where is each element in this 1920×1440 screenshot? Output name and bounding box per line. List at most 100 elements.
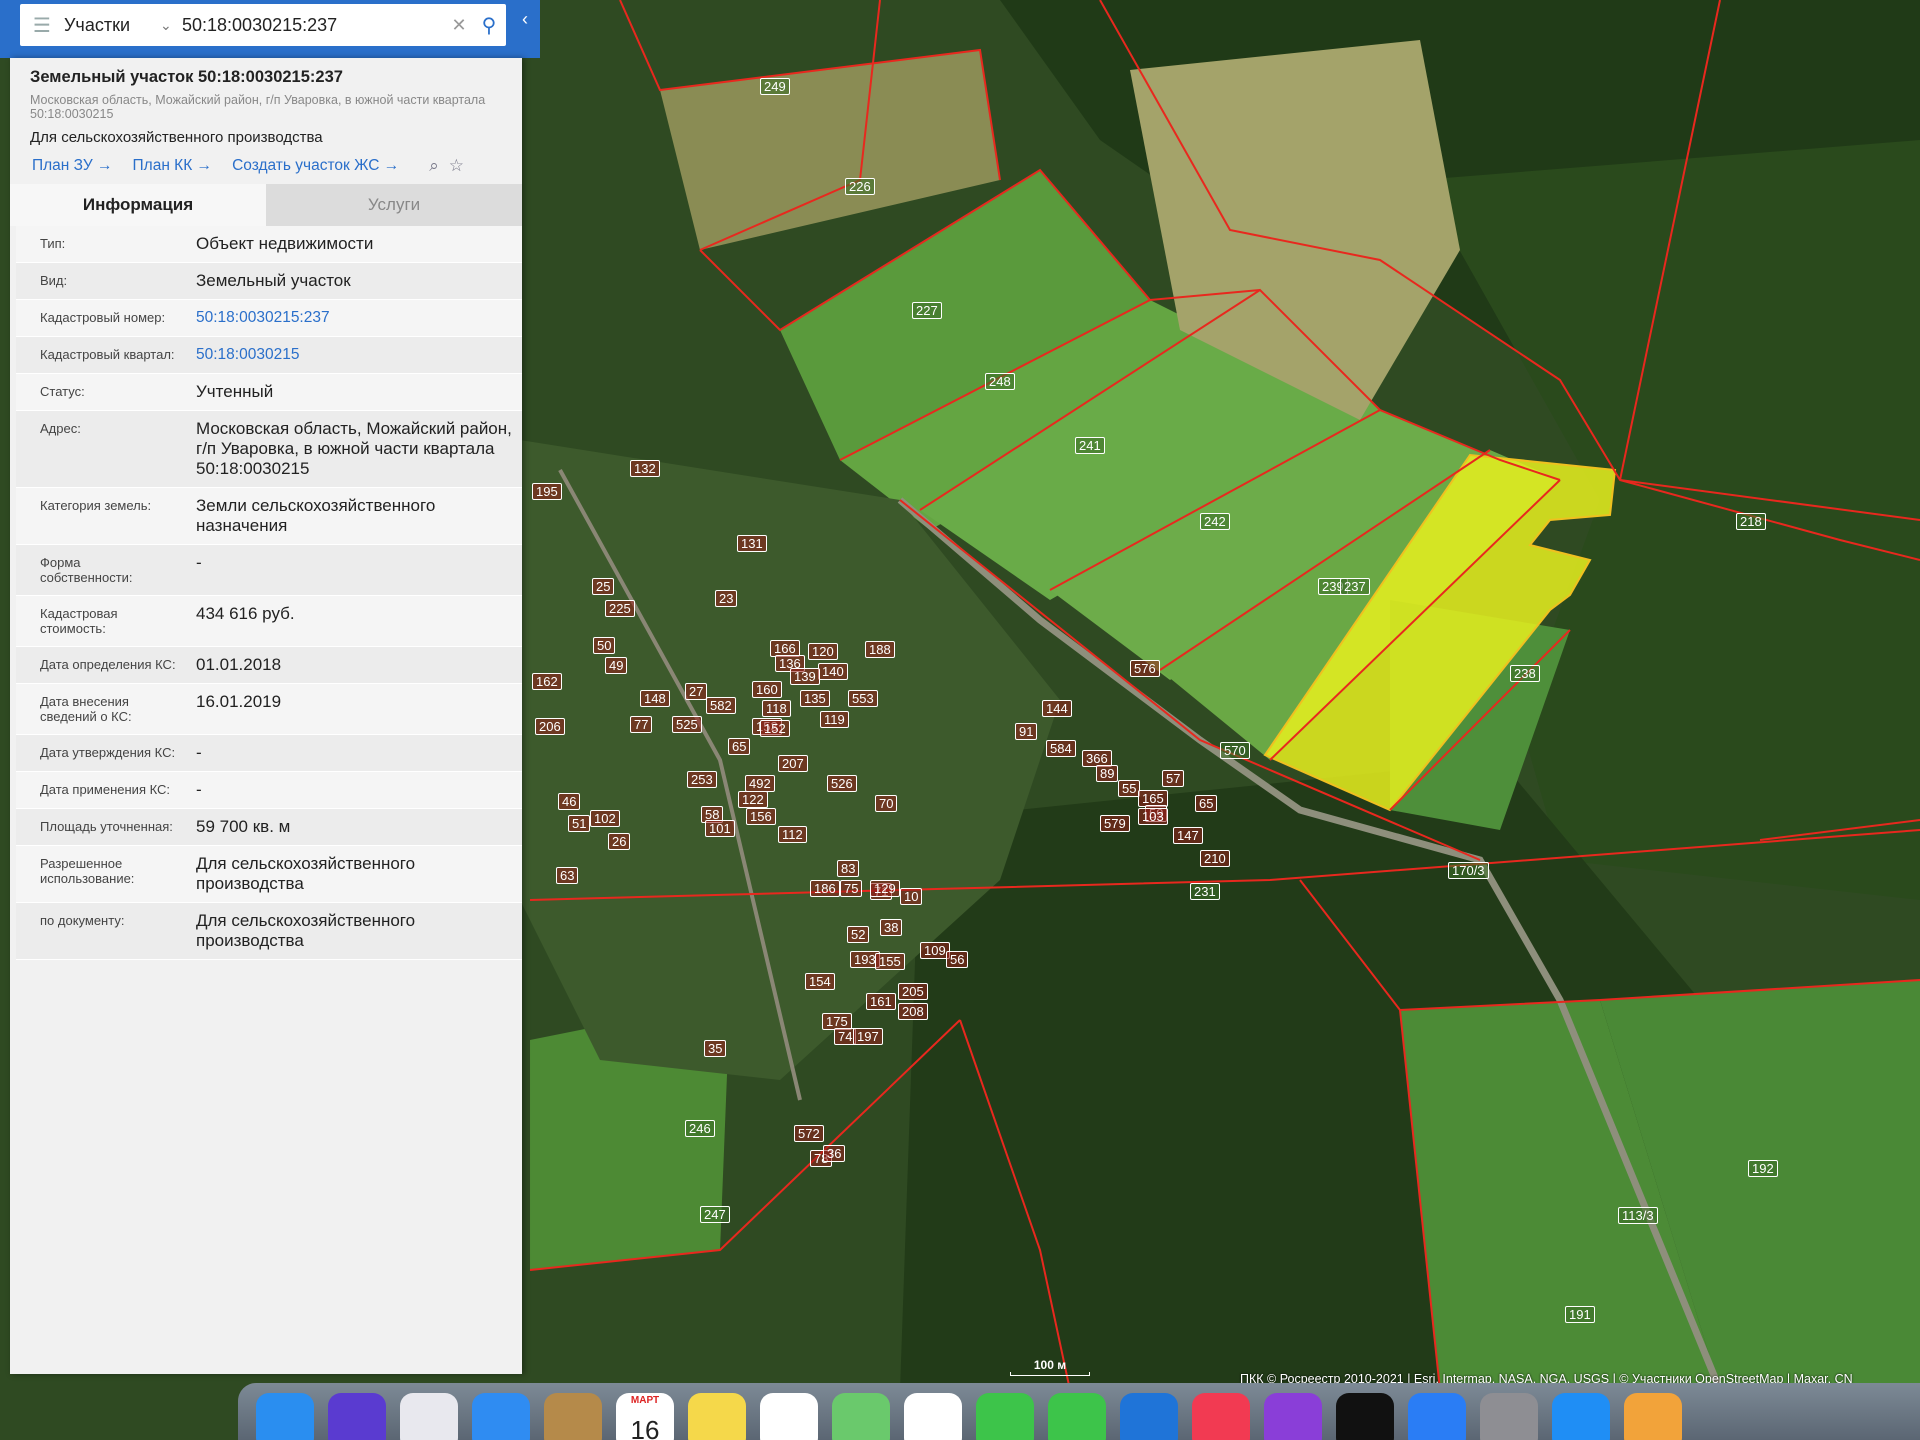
plot-label[interactable]: 241 bbox=[1075, 437, 1105, 454]
plot-label[interactable]: 119 bbox=[820, 711, 849, 728]
music-icon[interactable] bbox=[1192, 1393, 1250, 1440]
plot-label[interactable]: 102 bbox=[590, 810, 620, 827]
plot-label[interactable]: 35 bbox=[704, 1040, 727, 1057]
plot-label[interactable]: 65 bbox=[1195, 795, 1218, 812]
plot-label[interactable]: 38 bbox=[880, 919, 903, 936]
podcasts-icon[interactable] bbox=[1264, 1393, 1322, 1440]
plot-label[interactable]: 26 bbox=[608, 833, 631, 850]
plot-label[interactable]: 131 bbox=[737, 535, 767, 552]
plot-label[interactable]: 77 bbox=[630, 716, 653, 733]
launchpad-icon[interactable] bbox=[400, 1393, 458, 1440]
plot-label[interactable]: 242 bbox=[1200, 513, 1230, 530]
plot-label[interactable]: 51 bbox=[568, 815, 591, 832]
plot-label[interactable]: 144 bbox=[1042, 700, 1072, 717]
plot-label[interactable]: 160 bbox=[752, 681, 782, 698]
maps-icon[interactable] bbox=[832, 1393, 890, 1440]
layer-select[interactable]: Участки bbox=[64, 15, 160, 36]
plot-label[interactable]: 101 bbox=[705, 820, 735, 837]
plot-label[interactable]: 188 bbox=[865, 641, 895, 658]
plot-label[interactable]: 238 bbox=[1510, 665, 1540, 682]
finder-icon[interactable] bbox=[256, 1393, 314, 1440]
plot-label[interactable]: 147 bbox=[1173, 827, 1203, 844]
plan-zu-link[interactable]: План ЗУ → bbox=[32, 157, 113, 175]
plot-label[interactable]: 253 bbox=[687, 771, 717, 788]
plot-label[interactable]: 129 bbox=[870, 880, 900, 897]
safari-icon[interactable] bbox=[1552, 1393, 1610, 1440]
plot-label[interactable]: 25 bbox=[592, 578, 615, 595]
plot-label[interactable]: 248 bbox=[985, 373, 1015, 390]
plot-label[interactable]: 572 bbox=[794, 1125, 824, 1142]
plot-label[interactable]: 186 bbox=[810, 880, 840, 897]
plot-label[interactable]: 10 bbox=[900, 888, 923, 905]
plot-label[interactable]: 50 bbox=[593, 637, 616, 654]
plot-label[interactable]: 247 bbox=[700, 1206, 730, 1223]
plot-label[interactable]: 579 bbox=[1100, 815, 1130, 832]
facetime-icon[interactable] bbox=[1048, 1393, 1106, 1440]
plot-label[interactable]: 103 bbox=[1138, 808, 1168, 825]
plot-label[interactable]: 246 bbox=[685, 1120, 715, 1137]
plot-label[interactable]: 23 bbox=[715, 590, 738, 607]
plot-label[interactable]: 36 bbox=[823, 1145, 846, 1162]
plan-kk-link[interactable]: План КК → bbox=[133, 157, 213, 175]
info-row-link[interactable]: 50:18:0030215 bbox=[186, 337, 522, 373]
plot-label[interactable]: 89 bbox=[1096, 765, 1119, 782]
plot-label[interactable]: 249 bbox=[760, 78, 790, 95]
plot-label[interactable]: 231 bbox=[1190, 883, 1220, 900]
plot-label[interactable]: 154 bbox=[805, 973, 835, 990]
plot-label[interactable]: 56 bbox=[946, 951, 969, 968]
plot-label[interactable]: 65 bbox=[728, 738, 751, 755]
tab-info[interactable]: Информация bbox=[10, 184, 266, 226]
plot-label[interactable]: 576 bbox=[1130, 660, 1160, 677]
plot-label[interactable]: 63 bbox=[556, 867, 579, 884]
plot-label[interactable]: 91 bbox=[1015, 723, 1038, 740]
siri-icon[interactable] bbox=[328, 1393, 386, 1440]
search-input[interactable] bbox=[182, 14, 446, 36]
plot-label[interactable]: 226 bbox=[845, 178, 875, 195]
plot-label[interactable]: 112 bbox=[778, 826, 807, 843]
plot-label[interactable]: 162 bbox=[532, 673, 562, 690]
plot-label[interactable]: 218 bbox=[1736, 513, 1766, 530]
contacts-icon[interactable] bbox=[544, 1393, 602, 1440]
plot-label[interactable]: 27 bbox=[685, 683, 708, 700]
plot-label[interactable]: 132 bbox=[630, 460, 660, 477]
plot-label[interactable]: 161 bbox=[866, 993, 896, 1010]
plot-label[interactable]: 118 bbox=[762, 700, 791, 717]
tab-services[interactable]: Услуги bbox=[266, 184, 522, 226]
messages-icon[interactable] bbox=[976, 1393, 1034, 1440]
plot-label[interactable]: 152 bbox=[760, 720, 790, 737]
mail-icon[interactable] bbox=[472, 1393, 530, 1440]
clear-icon[interactable]: ✕ bbox=[446, 15, 472, 36]
create-parcel-link[interactable]: Создать участок ЖС → bbox=[232, 157, 399, 175]
plot-label[interactable]: 83 bbox=[837, 860, 860, 877]
collapse-panel-icon[interactable]: ‹ bbox=[514, 4, 536, 34]
plot-label[interactable]: 140 bbox=[818, 663, 848, 680]
plot-label[interactable]: 135 bbox=[800, 690, 830, 707]
plot-label[interactable]: 582 bbox=[706, 697, 736, 714]
reminders-icon[interactable] bbox=[760, 1393, 818, 1440]
plot-label[interactable]: 155 bbox=[875, 953, 905, 970]
plot-label[interactable]: 227 bbox=[912, 302, 942, 319]
plot-label[interactable]: 122 bbox=[738, 791, 768, 808]
info-row-link[interactable]: 50:18:0030215:237 bbox=[186, 300, 522, 336]
plot-label[interactable]: 49 bbox=[605, 657, 628, 674]
plot-label[interactable]: 156 bbox=[746, 808, 776, 825]
menu-icon[interactable]: ☰ bbox=[20, 13, 64, 38]
plot-label[interactable]: 120 bbox=[808, 643, 838, 660]
plot-label[interactable]: 205 bbox=[898, 983, 928, 1000]
search-icon[interactable]: ⚲ bbox=[472, 13, 506, 38]
tv-icon[interactable] bbox=[1336, 1393, 1394, 1440]
plot-label[interactable]: 46 bbox=[558, 793, 581, 810]
photos-icon[interactable] bbox=[904, 1393, 962, 1440]
calendar-icon[interactable]: МАРТ 16 bbox=[616, 1393, 674, 1440]
plot-label[interactable]: 206 bbox=[535, 718, 565, 735]
plot-label[interactable]: 113/3 bbox=[1618, 1207, 1658, 1224]
plot-label[interactable]: 148 bbox=[640, 690, 670, 707]
pages-icon[interactable] bbox=[1624, 1393, 1682, 1440]
plot-label[interactable]: 52 bbox=[847, 926, 870, 943]
star-icon[interactable]: ☆ bbox=[449, 156, 464, 176]
plot-label[interactable]: 192 bbox=[1748, 1160, 1778, 1177]
plot-label[interactable]: 207 bbox=[778, 755, 808, 772]
plot-label[interactable]: 584 bbox=[1046, 740, 1076, 757]
zoom-to-icon[interactable]: ⌕ bbox=[429, 156, 439, 176]
plot-label[interactable]: 492 bbox=[745, 775, 775, 792]
